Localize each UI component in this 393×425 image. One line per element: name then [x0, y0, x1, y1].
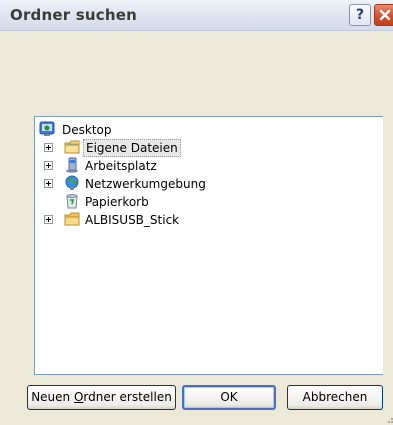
tree-item-papierkorb[interactable]: Papierkorb: [35, 193, 235, 211]
my-documents-icon: [64, 140, 80, 154]
tree-item-desktop[interactable]: Desktop: [39, 121, 239, 139]
ok-button[interactable]: OK: [182, 385, 276, 410]
tree-item-netzwerkumgebung[interactable]: Netzwerkumgebung: [35, 175, 235, 193]
expand-icon[interactable]: [44, 143, 53, 152]
help-button[interactable]: ?: [349, 4, 371, 26]
cancel-label: Abbrechen: [302, 390, 368, 404]
tree-item-label: Papierkorb: [85, 195, 149, 209]
tree-item-label: Arbeitsplatz: [85, 159, 157, 173]
tree-item-arbeitsplatz[interactable]: Arbeitsplatz: [35, 157, 235, 175]
tree-item-label: Desktop: [62, 123, 112, 137]
tree-item-label: ALBISUSB_Stick: [85, 213, 180, 227]
title-bar[interactable]: Ordner suchen ?: [0, 0, 393, 31]
tree-item-label: Netzwerkumgebung: [85, 177, 206, 191]
resize-grip-icon[interactable]: [384, 412, 393, 424]
expand-icon[interactable]: [44, 215, 53, 224]
folder-tree[interactable]: Desktop Eigene Dateien Arbeitsplatz Netz…: [34, 116, 383, 375]
help-icon: ?: [355, 7, 365, 23]
browse-folder-dialog: Ordner suchen ? Desktop Eigene Dateien A…: [0, 0, 393, 425]
tree-item-label: Eigene Dateien: [83, 139, 181, 157]
close-button[interactable]: [374, 4, 393, 26]
close-icon: [379, 9, 391, 21]
cancel-button[interactable]: Abbrechen: [287, 385, 383, 410]
recycle-bin-icon: [66, 194, 78, 209]
new-folder-label-start: Neuen: [31, 390, 74, 404]
window-title: Ordner suchen: [10, 6, 137, 24]
expand-icon[interactable]: [44, 161, 53, 170]
desktop-icon: [39, 121, 55, 136]
expand-icon[interactable]: [44, 179, 53, 188]
folder-icon: [64, 212, 80, 226]
network-places-icon: [65, 175, 79, 190]
tree-item-eigene-dateien[interactable]: Eigene Dateien: [35, 139, 235, 157]
tree-item-albisusb-stick[interactable]: ALBISUSB_Stick: [35, 211, 235, 229]
new-folder-label-end: rdner erstellen: [83, 390, 172, 404]
ok-label: OK: [220, 390, 238, 404]
new-folder-button[interactable]: Neuen Ordner erstellen: [27, 385, 176, 410]
new-folder-label-accelerator: O: [73, 390, 84, 404]
my-computer-icon: [66, 157, 78, 173]
